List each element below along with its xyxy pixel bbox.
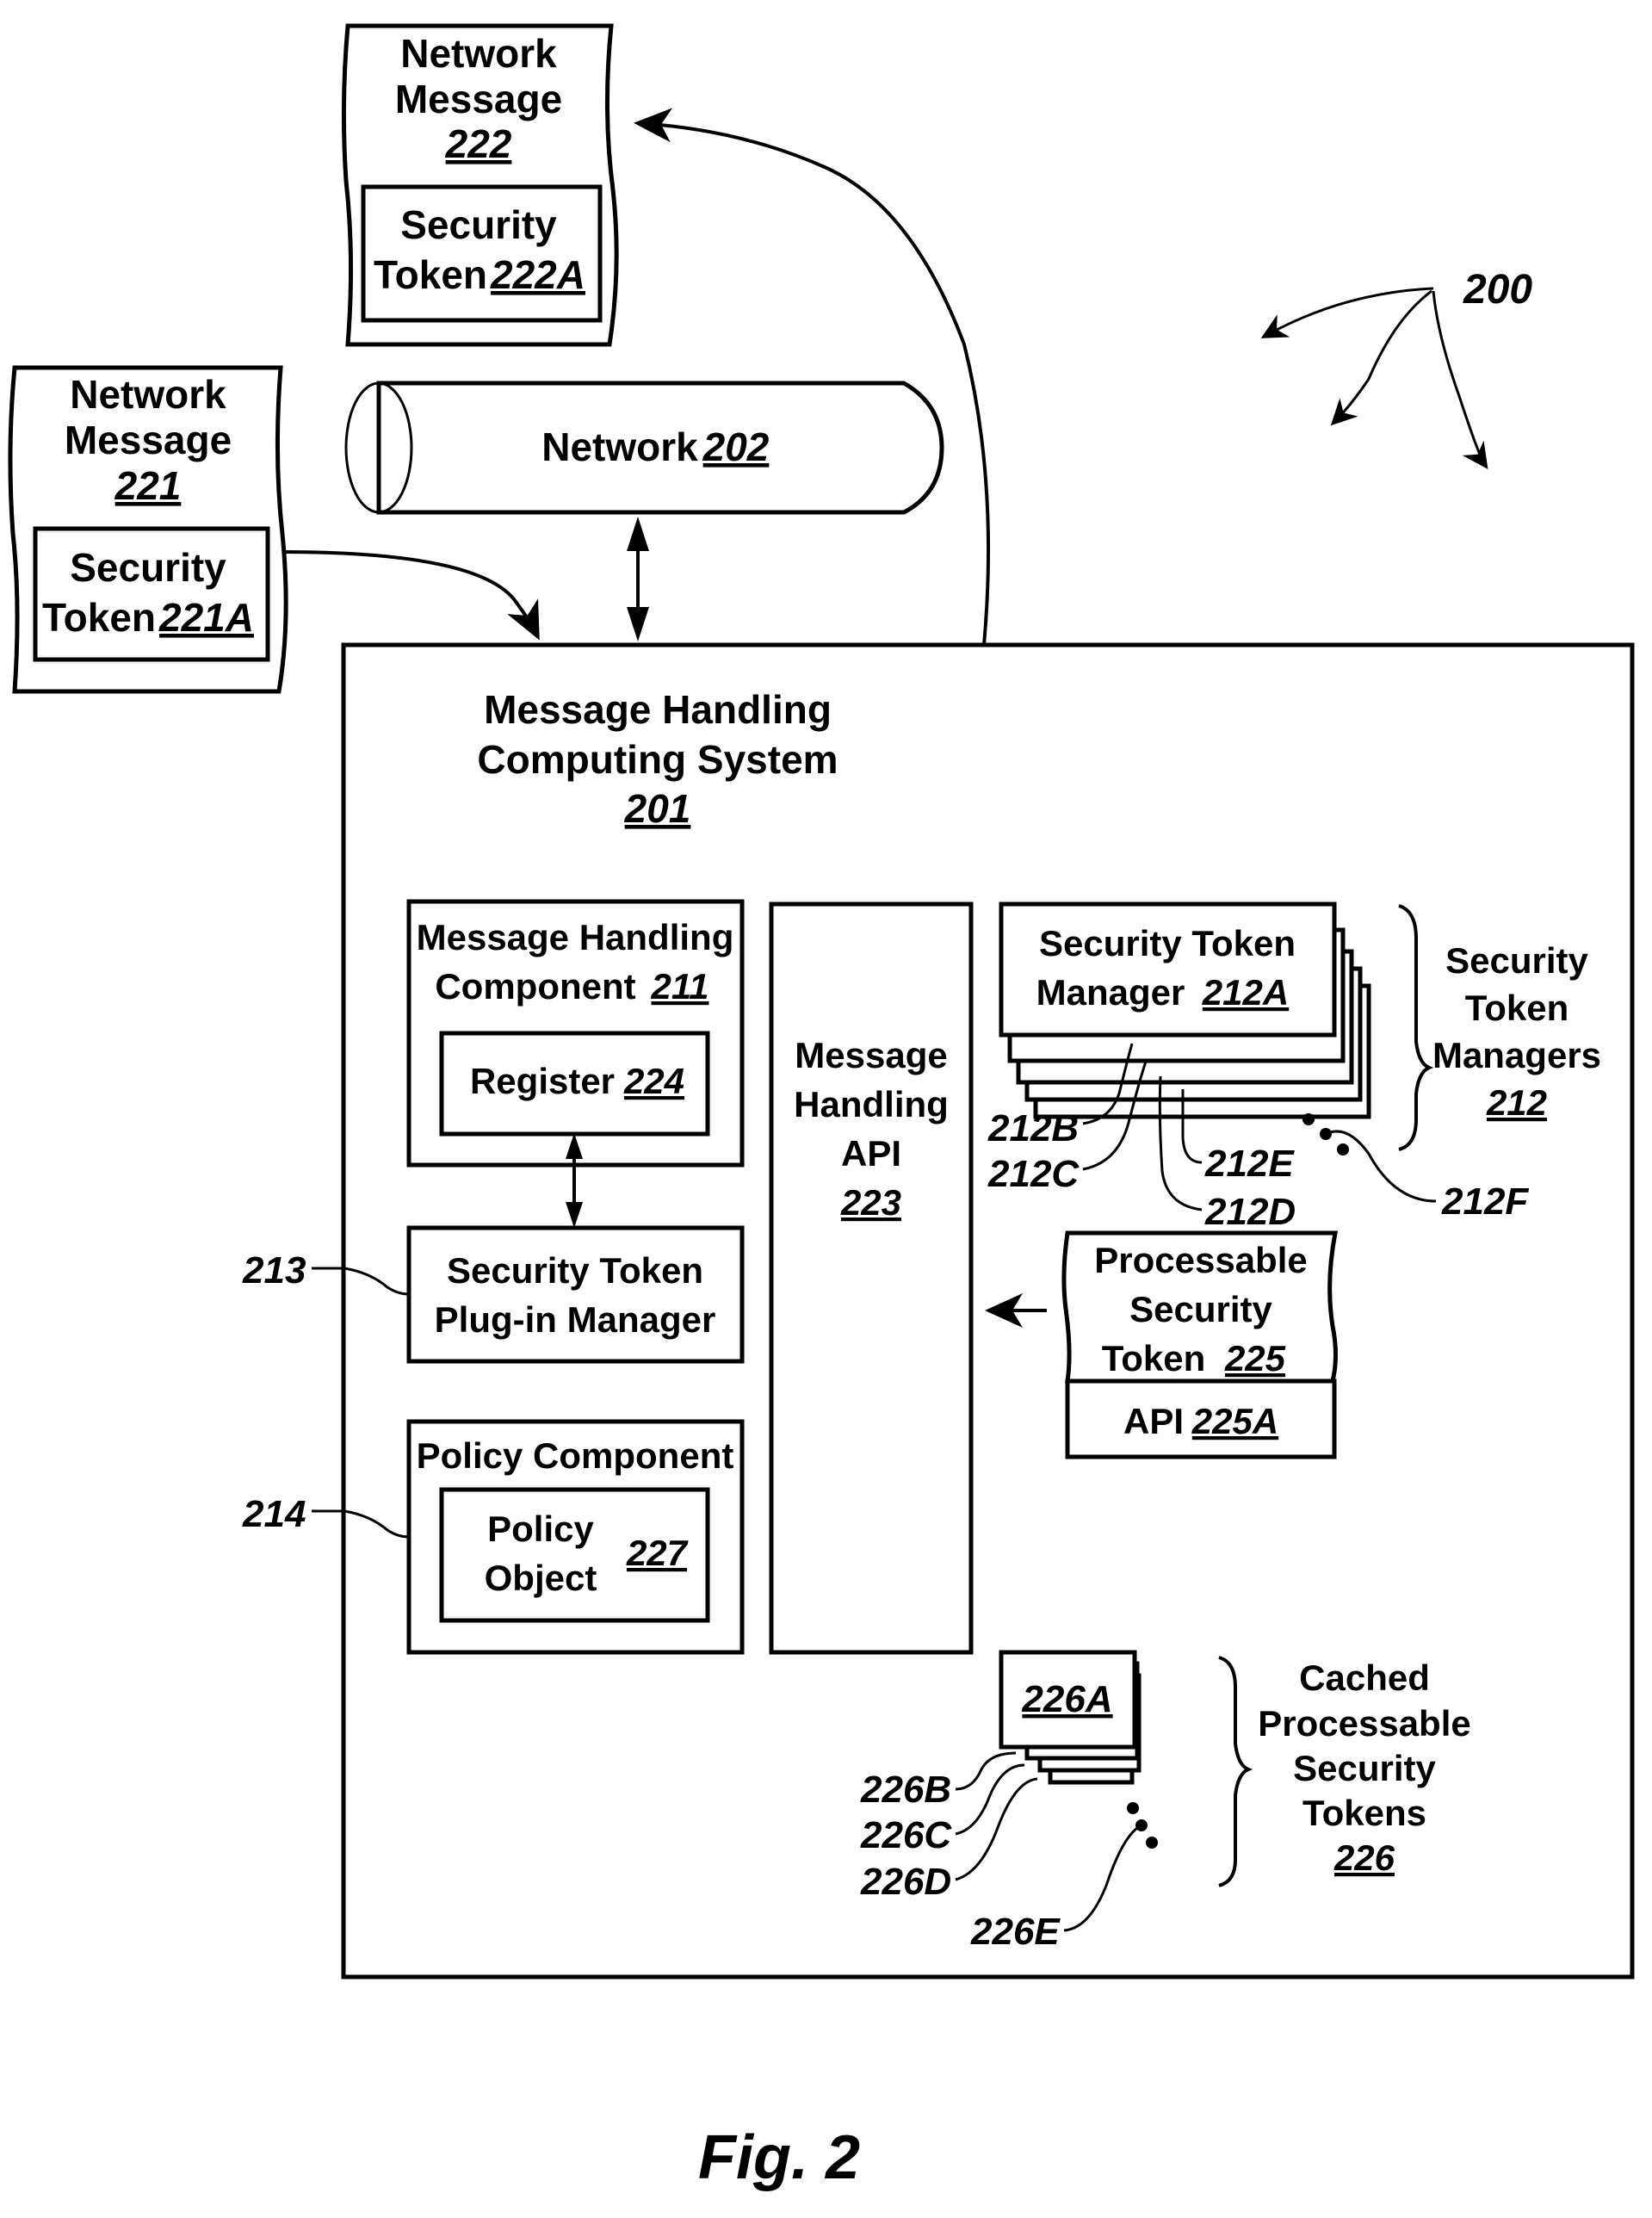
- message-handling-api: Message Handling API 223: [769, 901, 974, 1655]
- stm-ref-212d: 212D: [1204, 1191, 1296, 1233]
- stm-212a-line2: Manager: [1036, 972, 1185, 1013]
- system-title-line2: Computing System: [477, 737, 838, 782]
- message-222-line1: Network: [400, 31, 557, 76]
- mhc-ref: 211: [651, 966, 709, 1007]
- register-label: Register: [470, 1061, 615, 1101]
- stm-group-line1: Security: [1445, 940, 1588, 981]
- plugin-manager-line1: Security Token: [447, 1250, 703, 1291]
- security-token-222a: Security Token 222A: [361, 184, 603, 323]
- message-handling-component: Message Handling Component 211 Register …: [406, 899, 745, 1168]
- pst-line2: Security: [1129, 1289, 1272, 1329]
- network-message-221: Network Message 221 Security Token 221A: [8, 365, 288, 694]
- stm-ref-212f: 212F: [1441, 1180, 1529, 1223]
- network-cylinder: Network 202: [344, 381, 944, 515]
- api-line2: Handling: [794, 1084, 949, 1124]
- stm-group-line2: Token: [1465, 988, 1569, 1028]
- cached-ref-226e: 226E: [970, 1911, 1061, 1953]
- register-box: Register 224: [439, 1031, 710, 1137]
- message-221-ref: 221: [114, 463, 182, 508]
- api-line1: Message: [795, 1035, 947, 1075]
- network-ref: 202: [702, 424, 770, 469]
- stm-group-ref: 212: [1486, 1082, 1547, 1123]
- security-token-plugin-manager: Security Token Plug-in Manager 213: [242, 1225, 745, 1364]
- cached-group-line1: Cached: [1299, 1657, 1430, 1698]
- network-label: Network: [541, 424, 698, 469]
- figure-reference-200: 200: [1260, 267, 1532, 469]
- register-ref: 224: [623, 1061, 684, 1101]
- token-222a-ref: 222A: [490, 252, 585, 297]
- policy-component: Policy Component 214 Policy Object 227: [242, 1419, 745, 1655]
- plugin-manager-line2: Plug-in Manager: [435, 1299, 716, 1340]
- token-221a-ref: 221A: [158, 595, 254, 640]
- network-message-222: Network Message 222 Security Token 222A: [341, 23, 619, 347]
- api-line3: API: [841, 1133, 901, 1174]
- cached-group-line2: Processable: [1258, 1703, 1471, 1744]
- stm-ref-212b: 212B: [987, 1107, 1079, 1149]
- cached-group-line3: Security: [1293, 1748, 1436, 1788]
- stm-212a-ref: 212A: [1202, 972, 1289, 1013]
- security-token-221a: Security Token 221A: [33, 526, 270, 662]
- stm-212a-line1: Security Token: [1039, 923, 1296, 963]
- message-222-line2: Message: [395, 77, 562, 121]
- cached-group-ref: 226: [1333, 1837, 1395, 1878]
- message-222-ref: 222: [445, 121, 512, 166]
- token-221a-line1: Security: [70, 545, 226, 590]
- stm-ref-212c: 212C: [987, 1153, 1080, 1195]
- token-221a-line2: Token: [42, 595, 156, 640]
- stm-group-line3: Managers: [1432, 1035, 1601, 1075]
- token-222a-line2: Token: [374, 252, 487, 297]
- pst-ref: 225: [1224, 1338, 1286, 1379]
- arrow-network-system-bidirectional: [627, 517, 649, 641]
- plugin-manager-callout: 213: [242, 1249, 306, 1292]
- token-222a-line1: Security: [400, 202, 557, 247]
- policy-component-label: Policy Component: [417, 1435, 734, 1476]
- system-title-line1: Message Handling: [484, 687, 832, 732]
- pst-api-row: API 225A: [1065, 1379, 1337, 1459]
- message-221-line2: Message: [65, 418, 232, 462]
- cached-ref-226c: 226C: [860, 1814, 952, 1856]
- processable-security-token: Processable Security Token 225 API 225A: [1061, 1230, 1339, 1459]
- cached-ref-226b: 226B: [860, 1769, 951, 1811]
- pst-api-label: API: [1123, 1401, 1184, 1441]
- policy-object-line1: Policy: [487, 1509, 594, 1549]
- pst-line1: Processable: [1094, 1240, 1308, 1280]
- policy-object-ref: 227: [626, 1533, 689, 1573]
- stm-ref-212e: 212E: [1204, 1143, 1295, 1185]
- system-ref: 201: [624, 786, 691, 831]
- mhc-line2: Component: [435, 966, 635, 1007]
- policy-component-callout: 214: [242, 1493, 306, 1535]
- policy-object-box: Policy Object 227: [439, 1487, 710, 1623]
- message-221-line1: Network: [70, 372, 226, 417]
- cached-226a-ref: 226A: [1021, 1678, 1112, 1720]
- figure-ref-number: 200: [1463, 267, 1532, 313]
- cached-ref-226d: 226D: [860, 1861, 951, 1903]
- arrow-message-221-to-system: [282, 550, 540, 641]
- cached-group-line4: Tokens: [1302, 1793, 1426, 1833]
- pst-line3: Token: [1102, 1338, 1206, 1379]
- figure-caption: Fig. 2: [698, 2123, 860, 2192]
- policy-object-line2: Object: [485, 1558, 597, 1598]
- patent-diagram: Network Message 222 Security Token 222A …: [8, 23, 1635, 2192]
- mhc-line1: Message Handling: [417, 917, 734, 957]
- pst-api-ref: 225A: [1191, 1401, 1278, 1441]
- api-ref: 223: [840, 1182, 901, 1223]
